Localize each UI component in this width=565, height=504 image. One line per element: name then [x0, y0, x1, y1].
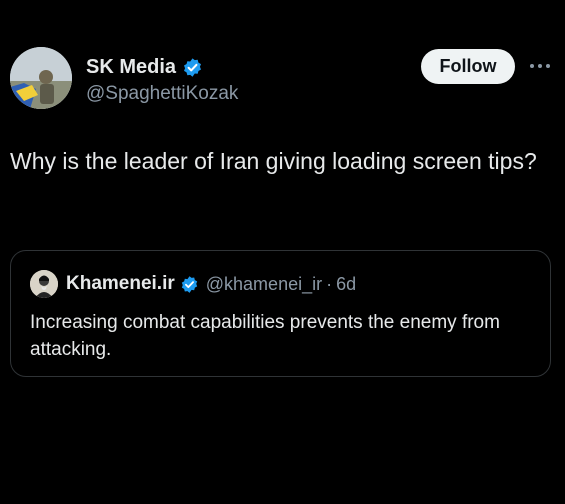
verified-badge-icon	[180, 275, 199, 294]
quote-author-handle: @khamenei_ir	[205, 273, 323, 294]
quote-separator: ·	[326, 273, 333, 294]
follow-button[interactable]: Follow	[421, 49, 515, 84]
verified-badge-icon	[182, 57, 203, 78]
author-avatar[interactable]	[10, 47, 72, 109]
quote-tweet-card[interactable]: Khamenei.ir @khamenei_ir · 6d Increasing…	[10, 250, 551, 377]
quote-author-display-name: Khamenei.ir	[66, 273, 175, 294]
tweet-text: Why is the leader of Iran giving loading…	[10, 148, 537, 174]
author-info: SK Media @SpaghettiKozak	[86, 54, 238, 105]
quote-text: Increasing combat capabilities prevents …	[30, 312, 500, 360]
quote-header: Khamenei.ir @khamenei_ir · 6d	[30, 270, 356, 298]
more-options-icon[interactable]	[527, 57, 553, 75]
tweet: SK Media @SpaghettiKozak Follow Why is t…	[0, 0, 565, 504]
display-name-row: SK Media	[86, 54, 238, 80]
quote-timestamp: 6d	[336, 273, 357, 294]
author-handle[interactable]: @SpaghettiKozak	[86, 83, 238, 105]
author-display-name[interactable]: SK Media	[86, 56, 176, 79]
quote-author-avatar	[30, 270, 58, 298]
